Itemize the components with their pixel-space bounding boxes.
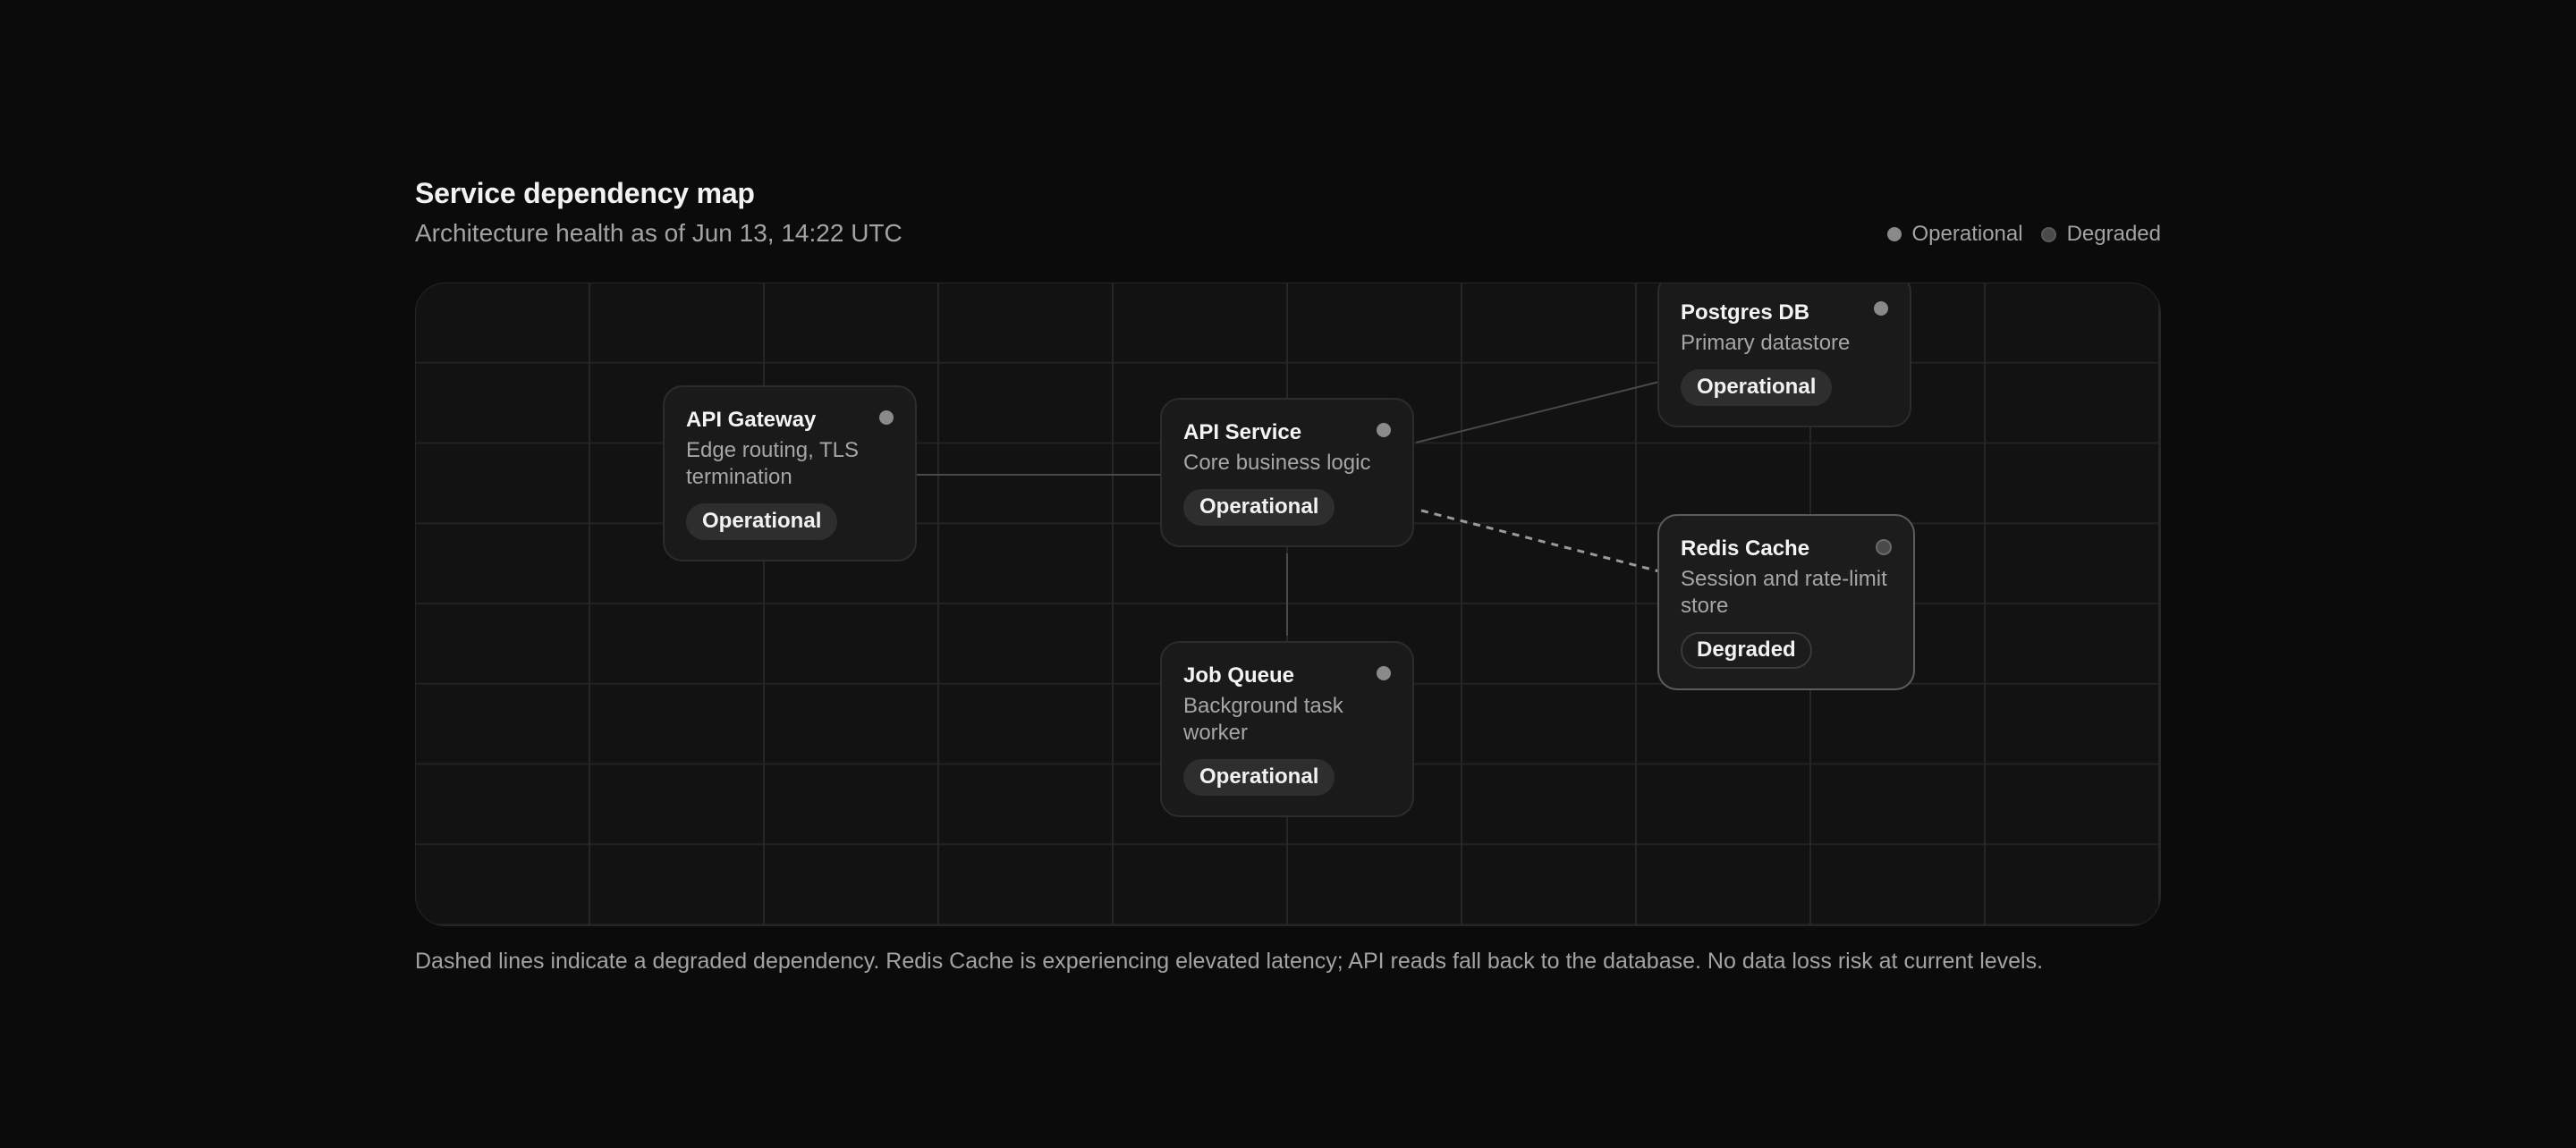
footnote: Dashed lines indicate a degraded depende… bbox=[415, 949, 2044, 974]
status-badge: Operational bbox=[1183, 489, 1335, 526]
degraded-dot-icon bbox=[2040, 226, 2056, 242]
legend: Operational Degraded bbox=[1886, 222, 2161, 247]
status-dot-icon bbox=[1377, 666, 1391, 680]
status-badge: Operational bbox=[686, 503, 838, 540]
status-badge: Operational bbox=[1681, 369, 1833, 406]
node-name: API Service bbox=[1183, 420, 1302, 444]
node-description: Primary datastore bbox=[1681, 331, 1851, 355]
node-api-gateway[interactable]: API Gateway Edge routing, TLS terminatio… bbox=[663, 385, 917, 561]
node-description: Edge routing, TLS termination bbox=[686, 438, 860, 489]
node-job-queue[interactable]: Job Queue Background task worker Operati… bbox=[1160, 641, 1414, 817]
status-badge: Degraded bbox=[1681, 632, 1812, 669]
node-postgres-db[interactable]: Postgres DB Primary datastore Operationa… bbox=[1657, 283, 1911, 427]
status-dot-icon bbox=[1876, 539, 1892, 555]
legend-item-degraded: Degraded bbox=[2040, 222, 2161, 247]
edge-service-to-redis-degraded bbox=[1420, 509, 1660, 573]
node-name: Postgres DB bbox=[1681, 300, 1810, 325]
legend-label-degraded: Degraded bbox=[2066, 222, 2161, 246]
node-name: Job Queue bbox=[1183, 663, 1295, 688]
node-redis-cache[interactable]: Redis Cache Session and rate-limit store… bbox=[1657, 514, 1915, 690]
node-api-service[interactable]: API Service Core business logic Operatio… bbox=[1160, 398, 1414, 547]
legend-item-operational: Operational bbox=[1886, 222, 2023, 247]
node-name: API Gateway bbox=[686, 408, 817, 432]
node-description: Core business logic bbox=[1183, 451, 1371, 475]
status-dot-icon bbox=[1874, 301, 1888, 316]
status-dot-icon bbox=[1377, 423, 1391, 437]
edge-service-to-postgres bbox=[1415, 381, 1660, 443]
diagram-canvas: API Gateway Edge routing, TLS terminatio… bbox=[415, 283, 2161, 926]
operational-dot-icon bbox=[1886, 227, 1902, 241]
node-name: Redis Cache bbox=[1681, 536, 1810, 561]
legend-label-operational: Operational bbox=[1911, 222, 2023, 246]
status-badge: Operational bbox=[1183, 759, 1335, 796]
page-title: Service dependency map bbox=[415, 177, 755, 209]
node-description: Session and rate-limit store bbox=[1681, 567, 1887, 618]
status-dot-icon bbox=[879, 410, 894, 425]
dependency-map-panel: Service dependency map Architecture heal… bbox=[415, 175, 2161, 974]
node-description: Background task worker bbox=[1183, 694, 1343, 745]
